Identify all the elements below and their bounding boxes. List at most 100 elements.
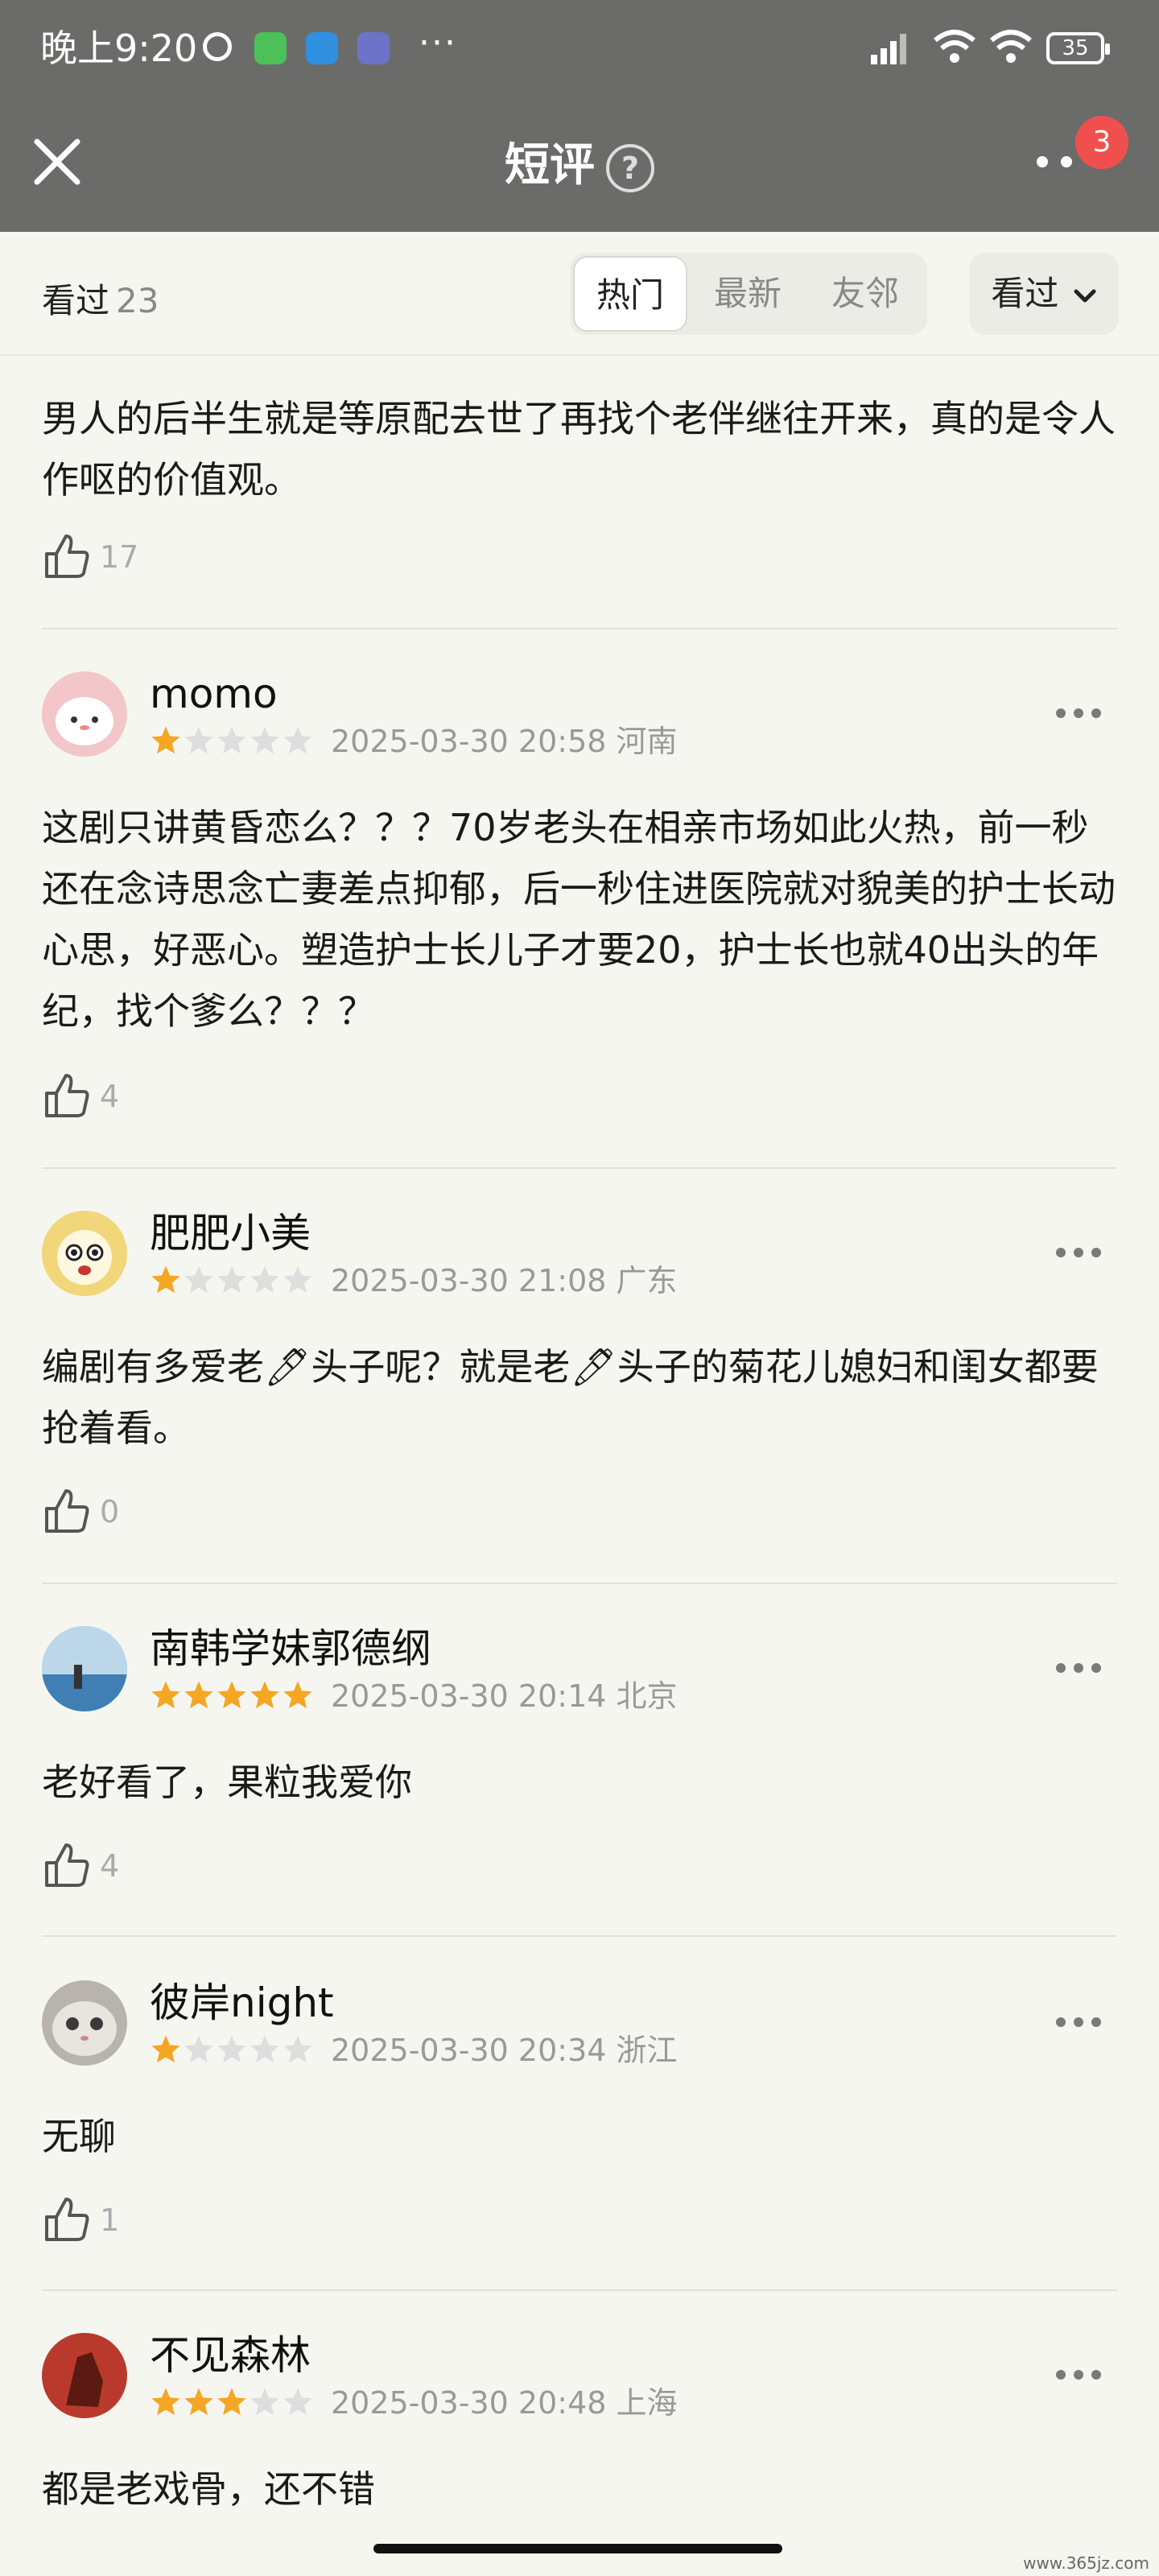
star-empty-icon [217, 1265, 246, 1294]
like-count: 17 [100, 539, 139, 575]
review-date: 2025-03-30 20:58 [331, 724, 607, 759]
notification-badge: 3 [1075, 116, 1128, 169]
review-meta: 2025-03-30 20:58 河南 [150, 721, 678, 762]
review-meta: 2025-03-30 21:08 广东 [150, 1261, 678, 1301]
status-bar: 晚上9:20 ··· 35 [0, 0, 1159, 100]
home-indicator[interactable] [373, 2544, 782, 2553]
thumbs-up-icon [45, 535, 89, 578]
star-empty-icon [217, 2035, 246, 2063]
star-filled-icon [283, 1681, 312, 1709]
username[interactable]: 彼岸night [150, 1977, 334, 2029]
signal-icon [871, 34, 906, 64]
tab-friends[interactable]: 友邻 [808, 256, 922, 332]
filter-bar: 看过 23 热门 最新 友邻 看过 [0, 232, 1159, 356]
app-icon [357, 32, 390, 64]
thumbs-up-icon [45, 1489, 89, 1533]
chevron-down-icon [1074, 289, 1096, 302]
like-count: 0 [100, 1494, 120, 1530]
star-filled-icon [151, 726, 180, 754]
help-icon[interactable]: ? [606, 143, 654, 192]
review-date: 2025-03-30 20:14 [331, 1678, 607, 1714]
battery-icon: 35 [1046, 32, 1110, 64]
review-meta: 2025-03-30 20:14 北京 [150, 1676, 678, 1716]
star-empty-icon [184, 2035, 213, 2063]
review-location: 广东 [616, 1263, 678, 1298]
divider [42, 2289, 1117, 2291]
review-content: 男人的后半生就是等原配去世了再找个老伴继往开来，真的是令人作呕的价值观。 [42, 397, 1116, 502]
review-more-button[interactable] [1056, 1248, 1101, 1259]
like-count: 1 [100, 2202, 120, 2238]
star-empty-icon [250, 2035, 279, 2063]
review-location: 河南 [616, 724, 678, 759]
review-item: 肥肥小美 2025-03-30 21:08 广东 编剧有多爱老🖊头子呢？就是老🖊… [42, 1208, 1117, 1562]
star-filled-icon [217, 1681, 246, 1709]
username[interactable]: 不见森林 [150, 2330, 311, 2381]
review-location: 北京 [616, 1678, 678, 1714]
top-bar: 晚上9:20 ··· 35 短评? 3 [0, 0, 1159, 232]
like-count: 4 [100, 1848, 120, 1884]
review-item: 彼岸night 2025-03-30 20:34 浙江 无聊 1 [42, 1977, 1117, 2283]
more-options-button[interactable] [1033, 156, 1082, 180]
review-more-button[interactable] [1056, 708, 1101, 720]
divider [42, 1167, 1117, 1169]
tab-latest[interactable]: 最新 [691, 256, 805, 332]
sort-segmented-control: 热门 最新 友邻 [570, 253, 927, 335]
review-meta: 2025-03-30 20:34 浙江 [150, 2030, 678, 2070]
timer-icon [203, 32, 232, 61]
page-title: 短评? [0, 134, 1159, 198]
username[interactable]: 南韩学妹郭德纲 [150, 1623, 431, 1674]
seen-label: 看过 [42, 281, 110, 320]
divider [42, 628, 1117, 630]
star-filled-icon [250, 1681, 279, 1709]
review-more-button[interactable] [1056, 2017, 1101, 2029]
review-location: 上海 [616, 2385, 678, 2421]
avatar[interactable] [42, 1211, 127, 1296]
star-rating [150, 1676, 315, 1716]
star-rating [150, 2383, 315, 2423]
thumbs-up-icon [45, 1843, 89, 1887]
watermark: www.365jz.com [1023, 2553, 1149, 2573]
star-empty-icon [283, 2035, 312, 2063]
review-more-button[interactable] [1056, 2370, 1101, 2381]
wifi-icon-2 [990, 30, 1032, 63]
star-filled-icon [151, 2388, 180, 2416]
star-empty-icon [250, 1265, 279, 1294]
review-content: 这剧只讲黄昏恋么？？？70岁老头在相亲市场如此火热，前一秒还在念诗思念亡妻差点抑… [42, 806, 1116, 1033]
tab-hot[interactable]: 热门 [573, 256, 687, 332]
star-rating [150, 2030, 315, 2070]
avatar[interactable] [42, 1626, 127, 1711]
review-location: 浙江 [616, 2033, 678, 2068]
status-dropdown-label: 看过 [991, 274, 1059, 313]
review-item: 南韩学妹郭德纲 2025-03-30 20:14 北京 老好看了，果粒我爱你 4 [42, 1623, 1117, 1929]
username[interactable]: 肥肥小美 [150, 1208, 311, 1259]
star-empty-icon [217, 726, 246, 754]
avatar[interactable] [42, 1980, 127, 2066]
star-filled-icon [151, 1265, 180, 1294]
title-bar: 短评? 3 [0, 100, 1159, 232]
username[interactable]: momo [150, 668, 278, 720]
star-filled-icon [184, 2388, 213, 2416]
star-empty-icon [283, 2388, 312, 2416]
avatar[interactable] [42, 671, 127, 757]
star-empty-icon [283, 1265, 312, 1294]
seen-count-value: 23 [116, 281, 159, 320]
review-more-button[interactable] [1056, 1663, 1101, 1674]
review-content: 无聊 [42, 2115, 116, 2158]
divider [42, 1583, 1117, 1584]
more-notifications-icon: ··· [419, 23, 457, 64]
like-count: 4 [100, 1079, 120, 1114]
status-dropdown[interactable]: 看过 [969, 253, 1119, 335]
star-filled-icon [217, 2388, 246, 2416]
star-filled-icon [151, 2035, 180, 2063]
status-time: 晚上9:20 [40, 27, 198, 70]
avatar[interactable] [42, 2333, 127, 2418]
review-item: 男人的后半生就是等原配去世了再找个老伴继往开来，真的是令人作呕的价值观。 17 [42, 378, 1117, 604]
star-empty-icon [184, 726, 213, 754]
star-empty-icon [250, 726, 279, 754]
review-meta: 2025-03-30 20:48 上海 [150, 2383, 678, 2423]
thumbs-up-icon [45, 1074, 89, 1117]
star-rating [150, 721, 315, 762]
review-item: 不见森林 2025-03-30 20:48 上海 都是老戏骨，还不错 [42, 2330, 1117, 2539]
star-empty-icon [283, 726, 312, 754]
divider [42, 1935, 1117, 1937]
